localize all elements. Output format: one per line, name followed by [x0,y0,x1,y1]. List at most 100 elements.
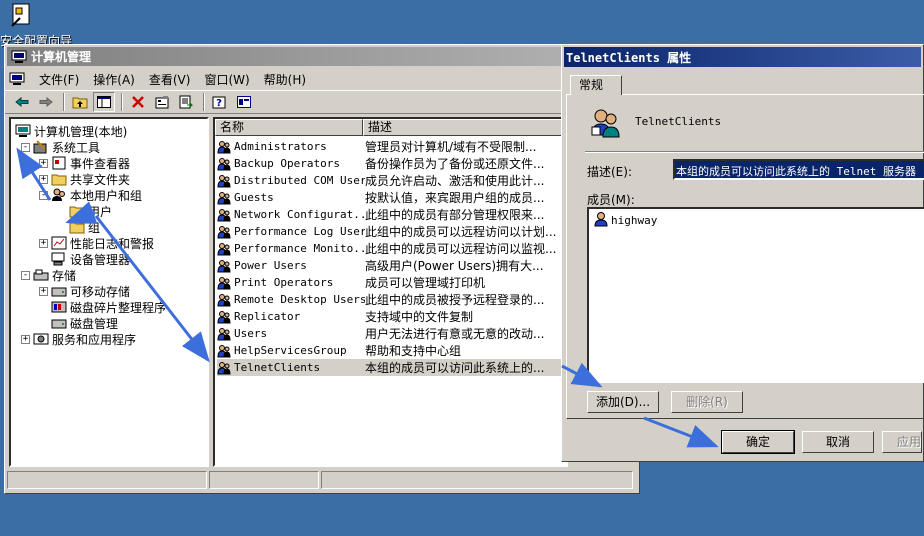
tree-node[interactable]: 磁盘碎片整理程序 [39,299,166,315]
expand-icon[interactable]: + [39,174,48,184]
members-label: 成员(M): [587,193,635,207]
group-desc-cell: 此组中的成员可以远程访问以计划... [365,225,557,239]
main-titlebar[interactable]: 计算机管理 [7,47,637,66]
tree-node[interactable]: 用户 [57,203,112,219]
group-name-cell: Distributed COM Users [217,174,365,188]
table-row[interactable]: Guests 按默认值，来宾跟用户组的成员... [217,189,566,206]
table-row[interactable]: Replicator 支持域中的文件复制 [217,308,566,325]
delete-icon[interactable] [127,92,149,112]
back-arrow-icon[interactable] [11,92,33,112]
desktop-icon-security-wizard[interactable]: 安全配置向导 [0,2,72,49]
group-icon [217,310,234,324]
status-pane [209,471,319,489]
members-list[interactable]: highway [587,207,924,383]
tree-node-label: 服务和应用程序 [52,332,137,347]
group-desc-cell: 此组中的成员有部分管理权限来... [365,208,545,222]
table-row[interactable]: Administrators 管理员对计算机/域有不受限制... [217,138,566,155]
expand-icon[interactable]: + [21,334,30,344]
storage-icon [33,268,49,282]
folder-icon [69,220,85,234]
tree-node[interactable]: + 服务和应用程序 [21,331,136,347]
table-row[interactable]: Print Operators 成员可以管理域打印机 [217,274,566,291]
add-member-button[interactable]: 添加(D)... [587,391,659,413]
tree-node[interactable]: 磁盘管理 [39,315,118,331]
tree-node[interactable]: - 系统工具 [21,139,100,155]
up-folder-icon[interactable] [69,92,91,112]
status-pane [321,471,633,489]
group-desc-cell: 成员允许启动、激活和使用此计... [365,174,545,188]
defrag-icon [51,300,67,314]
tree-node[interactable]: 组 [57,219,100,235]
remove-member-button[interactable]: 删除(R) [671,391,743,413]
console-tree: 计算机管理(本地) - 系统工具 + 事件查看器 + 共享文件夹 - 本地用户和组 用户组 + 性能日… [9,117,209,467]
tree-node-label: 计算机管理(本地) [34,124,128,139]
cancel-button[interactable]: 取消 [802,431,874,453]
tree-node[interactable]: + 可移动存储 [39,283,130,299]
group-name-cell: Replicator [217,310,365,324]
forward-arrow-icon[interactable] [35,92,57,112]
table-row[interactable]: Performance Monito... 此组中的成员可以远程访问以监视... [217,240,566,257]
column-header-name[interactable]: 名称 [215,119,363,136]
table-row[interactable]: Power Users 高级用户(Power Users)拥有大... [217,257,566,274]
expand-icon[interactable]: + [39,158,48,168]
table-row[interactable]: Network Configurat... 此组中的成员有部分管理权限来... [217,206,566,223]
collapse-icon[interactable]: - [39,190,48,200]
tree-node[interactable]: 设备管理器 [39,251,130,267]
collapse-icon[interactable]: - [21,270,30,280]
table-row[interactable]: HelpServicesGroup 帮助和支持中心组 [217,342,566,359]
apply-button[interactable]: 应用 [882,431,922,453]
tree-node[interactable]: + 共享文件夹 [39,171,130,187]
mmc-view-icon[interactable] [233,92,255,112]
menu-file[interactable]: 文件(F) [35,71,79,88]
disk-icon [51,316,67,330]
statusbar [7,471,637,491]
desc-label: 描述(E): [587,165,632,179]
table-row[interactable]: Backup Operators 备份操作员为了备份或还原文件... [217,155,566,172]
menu-view[interactable]: 查看(V) [145,71,191,88]
removable-storage-icon [51,284,67,298]
group-large-icon [589,107,621,142]
properties-icon[interactable] [151,92,173,112]
column-header-desc[interactable]: 描述 [363,119,563,136]
show-tree-icon[interactable] [93,92,115,112]
users-icon [51,188,67,202]
group-icon [217,225,234,239]
services-icon [33,332,49,346]
group-icon [217,276,234,290]
ok-button[interactable]: 确定 [721,430,795,454]
tab-general[interactable]: 常规 [570,75,622,95]
group-name-cell: TelnetClients [217,361,365,375]
system-menu-icon[interactable] [9,72,25,86]
table-row[interactable]: Users 用户无法进行有意或无意的改动... [217,325,566,342]
group-icon [217,344,234,358]
list-item[interactable]: highway [589,209,924,232]
tree-node[interactable]: 计算机管理(本地) [15,123,127,139]
tree-node-label: 共享文件夹 [70,172,131,187]
tree-node-label: 本地用户和组 [70,188,143,203]
collapse-icon[interactable]: - [21,142,30,152]
tree-node[interactable]: + 性能日志和警报 [39,235,154,251]
tree-node[interactable]: - 本地用户和组 [39,187,142,203]
expand-icon[interactable]: + [39,238,48,248]
help-icon[interactable]: ? [209,92,231,112]
menu-action[interactable]: 操作(A) [89,71,135,88]
export-list-icon[interactable] [175,92,197,112]
desc-input-value: 本组的成员可以访问此系统上的 Telnet 服务器 [675,161,924,178]
group-desc-cell: 本组的成员可以访问此系统上的... [365,361,545,375]
toolbar-separator [121,93,123,111]
tree-node[interactable]: + 事件查看器 [39,155,130,171]
menu-window[interactable]: 窗口(W) [200,71,249,88]
table-row[interactable]: Remote Desktop Users 此组中的成员被授予远程登录的... [217,291,566,308]
menu-help[interactable]: 帮助(H) [260,71,306,88]
properties-dialog: TelnetClients 属性 常规 TelnetClients 描述(E):… [561,44,924,462]
tree-node[interactable]: - 存储 [21,267,76,283]
table-row[interactable]: TelnetClients 本组的成员可以访问此系统上的... [217,359,566,376]
expand-icon[interactable]: + [39,286,48,296]
dialog-titlebar[interactable]: TelnetClients 属性 [564,47,921,67]
group-name-cell: Remote Desktop Users [217,293,365,307]
desc-input[interactable]: 本组的成员可以访问此系统上的 Telnet 服务器 [673,159,924,180]
table-row[interactable]: Performance Log Users 此组中的成员可以远程访问以计划... [217,223,566,240]
wizard-icon [10,3,34,31]
tree-node-label: 设备管理器 [70,252,131,267]
table-row[interactable]: Distributed COM Users 成员允许启动、激活和使用此计... [217,172,566,189]
